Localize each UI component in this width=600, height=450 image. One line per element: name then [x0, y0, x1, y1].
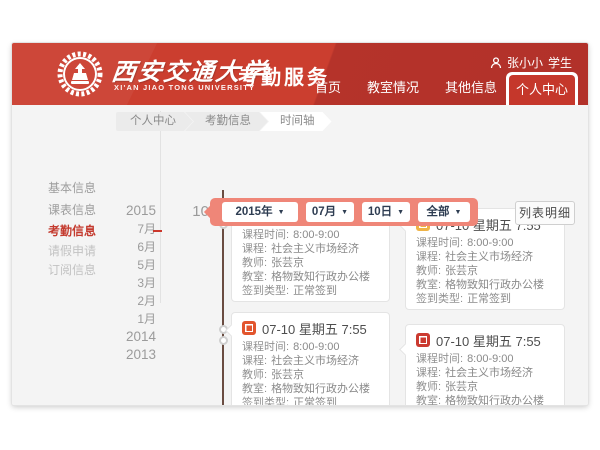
breadcrumb: 个人中心 考勤信息 时间轴 [116, 112, 332, 131]
timeline-nav-current-marker [153, 230, 162, 232]
timeline-nav-jan[interactable]: 1月 [108, 310, 156, 328]
user-name: 张小小 [507, 54, 543, 71]
timeline-nav-jul[interactable]: 7月 [108, 220, 156, 238]
user-info[interactable]: 张小小 学生 [490, 54, 572, 71]
timeline-nav-mar[interactable]: 3月 [108, 274, 156, 292]
timeline-nav-feb[interactable]: 2月 [108, 292, 156, 310]
list-detail-button[interactable]: 列表明细 [515, 201, 575, 225]
nav-other-info[interactable]: 其他信息 [432, 77, 510, 105]
day-select[interactable]: 10日 [362, 202, 410, 222]
university-name-en: XI'AN JIAO TONG UNIVERSITY [114, 83, 255, 92]
timeline-nav-jun[interactable]: 6月 [108, 238, 156, 256]
user-role: 学生 [548, 54, 572, 71]
nav-classrooms[interactable]: 教室情况 [354, 77, 432, 105]
app-header: 西安交通大学 XI'AN JIAO TONG UNIVERSITY 考勤服务 张… [12, 43, 588, 105]
date-filter-bar: 2015年 07月 10日 全部 [210, 198, 478, 226]
timeline-nav-2015[interactable]: 2015 [108, 202, 156, 220]
breadcrumb-personal-center[interactable]: 个人中心 [116, 112, 193, 131]
main-nav: 首页 教室情况 其他信息 [302, 77, 510, 105]
app-window: 西安交通大学 XI'AN JIAO TONG UNIVERSITY 考勤服务 张… [12, 43, 588, 405]
attendance-card[interactable]: 07-10 星期五 7:55 课程时间:8:00-9:00 课程:社会主义市场经… [405, 324, 565, 405]
content-area: 基本信息 课表信息 考勤信息 请假申请 订阅信息 个人中心 考勤信息 时间轴 2… [12, 105, 588, 405]
timeline-nav-2013[interactable]: 2013 [108, 346, 156, 364]
attendance-card[interactable]: 07-10 星期五 7:55 课程时间:8:00-9:00 课程:社会主义市场经… [231, 312, 390, 405]
breadcrumb-timeline[interactable]: 时间轴 [260, 112, 332, 131]
nav-personal-center-tab[interactable]: 个人中心 [506, 72, 578, 105]
calendar-icon [416, 333, 430, 347]
calendar-icon [242, 321, 256, 335]
nav-personal-center-label: 个人中心 [509, 75, 575, 105]
nav-home[interactable]: 首页 [302, 77, 354, 105]
year-select[interactable]: 2015年 [222, 202, 298, 222]
person-icon [490, 57, 502, 69]
sidebar-divider [160, 111, 161, 303]
breadcrumb-attendance[interactable]: 考勤信息 [185, 112, 268, 131]
university-logo-icon [56, 50, 104, 98]
timeline-node [219, 336, 228, 345]
timeline-nav-may[interactable]: 5月 [108, 256, 156, 274]
month-select[interactable]: 07月 [306, 202, 354, 222]
timeline-year-month-nav: 2015 7月 6月 5月 3月 2月 1月 2014 2013 [108, 202, 156, 364]
sidebar-item-basic-info[interactable]: 基本信息 [48, 179, 128, 196]
timeline-nav-2014[interactable]: 2014 [108, 328, 156, 346]
card-tail [399, 343, 412, 356]
type-select[interactable]: 全部 [418, 202, 470, 222]
